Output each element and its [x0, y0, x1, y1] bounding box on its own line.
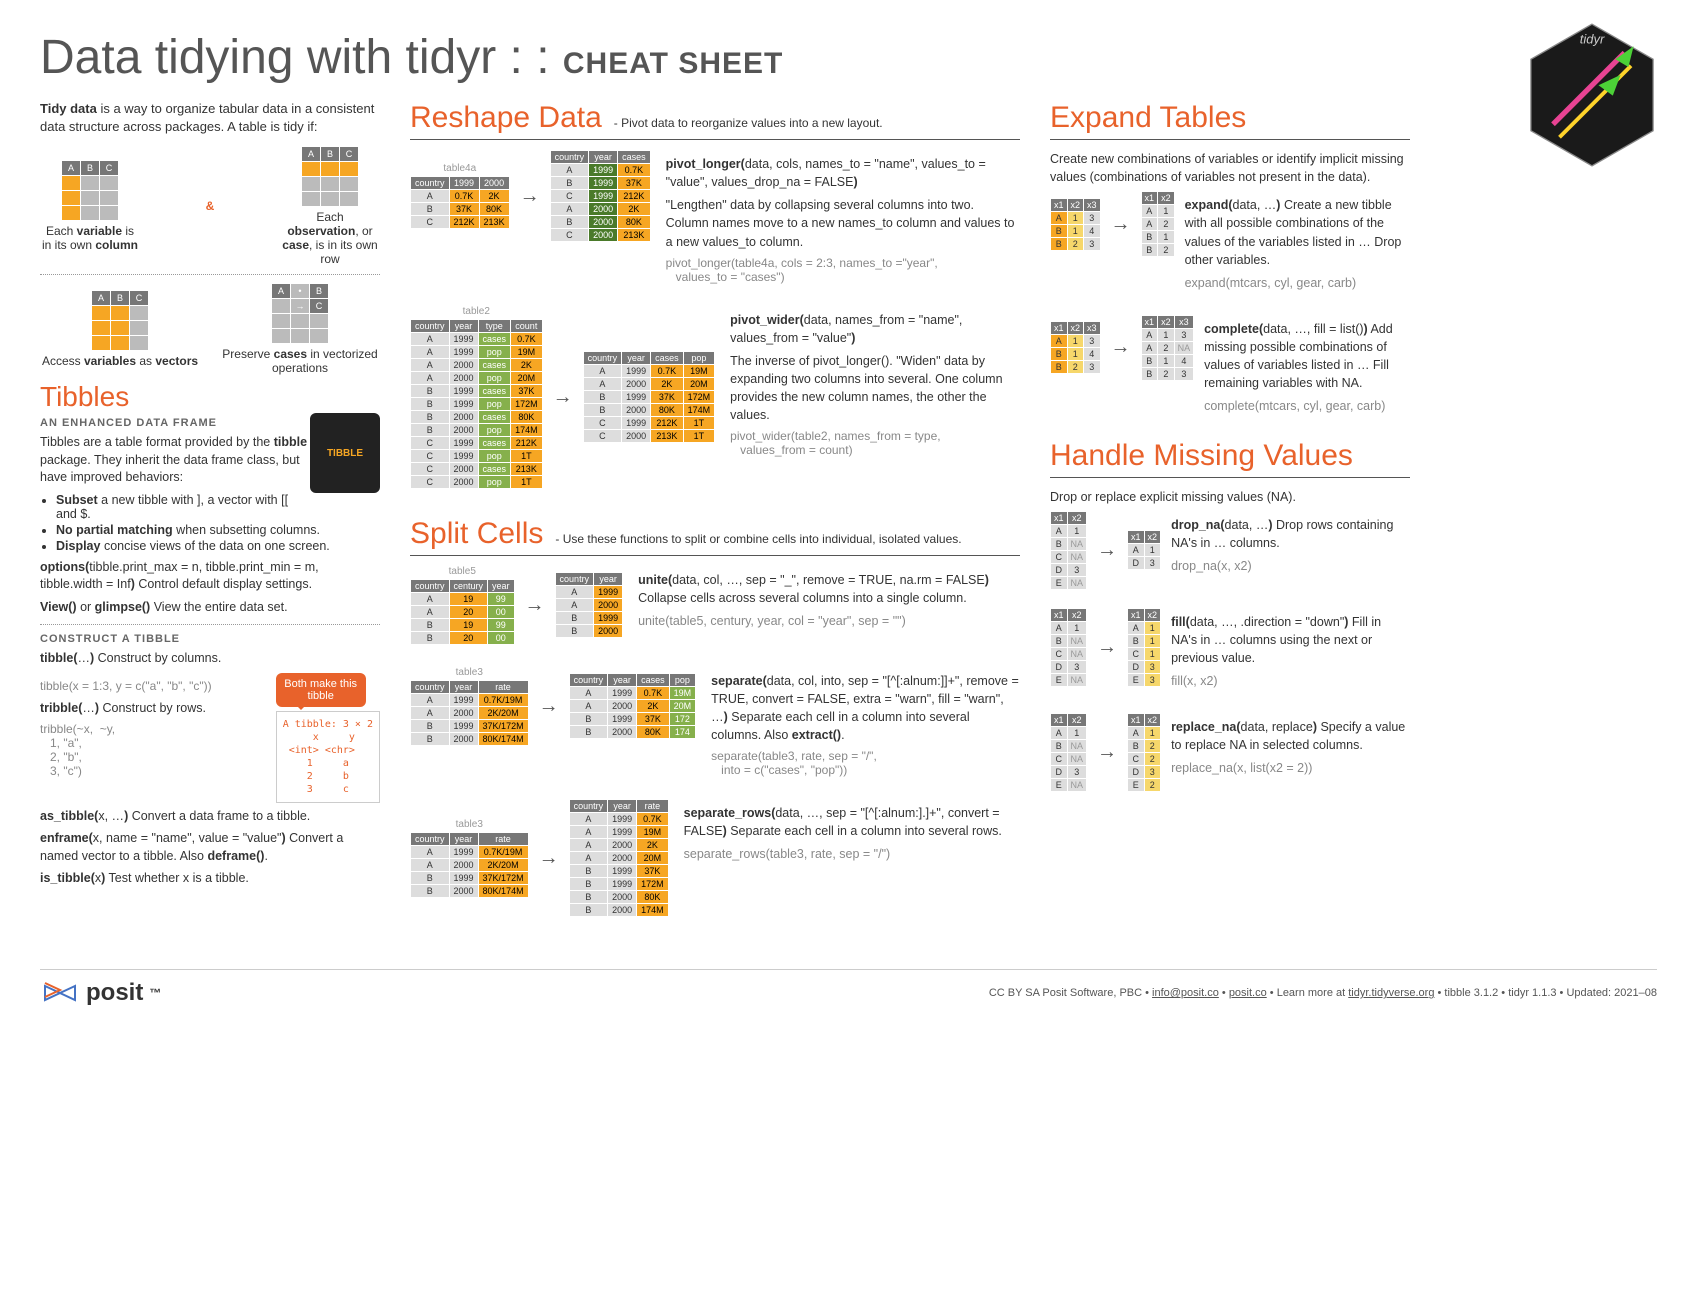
expand-desc: Create new combinations of variables or …: [1050, 150, 1410, 186]
reshape-desc: - Pivot data to reorganize values into a…: [614, 116, 883, 130]
enframe-func: enframe(x, name = "name", value = "value…: [40, 830, 380, 865]
separate-row: table3 countryyearrateA19990.7K/19MA2000…: [410, 667, 1020, 778]
page-title: Data tidying with tidyr : : CHEAT SHEET: [40, 30, 1657, 85]
expand-out: x1x2A1A2B1B2: [1141, 191, 1175, 257]
split-desc: - Use these functions to split or combin…: [555, 532, 961, 546]
callout-both-make: Both make this tibble: [276, 673, 366, 707]
arrow-icon: →: [520, 185, 540, 208]
posit-logo: posit™: [40, 978, 161, 1008]
expand-row: x1x2x3A13B14B23 → x1x2A1A2B1B2 expand(da…: [1050, 191, 1410, 297]
fill-in: x1x2A1BNACNAD3ENA: [1050, 608, 1087, 687]
tidy-rule-cases: A•B→C Preserve cases in vectorized opera…: [220, 283, 380, 375]
arrow-icon: →: [553, 386, 573, 409]
tidy-rule-variable: ABC Each variable is in its own column: [40, 160, 140, 252]
tidy-rule-observation: ABC Each observation, or case, is in its…: [280, 146, 380, 266]
footer-email-link[interactable]: info@posit.co: [1152, 987, 1219, 999]
intro-text: Tidy data is a way to organize tabular d…: [40, 100, 380, 136]
reshape-heading: Reshape Data: [410, 101, 602, 135]
missing-heading: Handle Missing Values: [1050, 439, 1410, 473]
arrow-icon: →: [1097, 539, 1117, 562]
ampersand: &: [160, 199, 260, 213]
table3-sep-out: countryyearcasespopA19990.7K19MA20002K20…: [569, 673, 697, 739]
table3-in: countryyearrateA19990.7K/19MA20002K/20MB…: [410, 680, 529, 746]
table3-rows-out: countryyearrateA19990.7KA199919MA20002KA…: [569, 799, 669, 917]
tibble-hex-logo: TIBBLE: [310, 413, 380, 493]
tidy-rule-vectors: ABC Access variables as vectors: [40, 290, 200, 368]
table2-out: countryyearcasespopA19990.7K19MA20002K20…: [583, 351, 716, 443]
tribble-func: tribble(…) Construct by rows.: [40, 700, 266, 718]
missing-desc: Drop or replace explicit missing values …: [1050, 488, 1410, 506]
tibble-func: tibble(…) Construct by columns.: [40, 650, 380, 668]
arrow-icon: →: [1097, 636, 1117, 659]
tidyr-hex-logo: tidyr: [1527, 20, 1657, 170]
arrow-icon: →: [525, 594, 545, 617]
footer: posit™ CC BY SA Posit Software, PBC • in…: [40, 969, 1657, 1008]
complete-row: x1x2x3A13B14B23 → x1x2x3A13A2NAB14B23 co…: [1050, 315, 1410, 421]
table4a-out: countryyearcasesA19990.7KB199937KC199921…: [550, 150, 651, 242]
fill-out: x1x2A1B1C1D3E3: [1127, 608, 1161, 687]
footer-tidyr-link[interactable]: tidyr.tidyverse.org: [1348, 987, 1434, 999]
construct-heading: CONSTRUCT A TIBBLE: [40, 633, 380, 645]
pivot-wider-row: table2 countryyeartypecountA1999cases0.7…: [410, 306, 1020, 489]
arrow-icon: →: [539, 847, 559, 870]
expand-heading: Expand Tables: [1050, 101, 1410, 135]
expand-in: x1x2x3A13B14B23: [1050, 198, 1101, 251]
replace-na-row: x1x2A1BNACNAD3ENA → x1x2A1B2C2D3E2 repla…: [1050, 713, 1410, 792]
as-tibble-func: as_tibble(x, …) Convert a data frame to …: [40, 808, 380, 826]
tibble-output-box: A tibble: 3 × 2 x y <int> <chr> 1 a 2 b …: [276, 711, 380, 803]
replacena-in: x1x2A1BNACNAD3ENA: [1050, 713, 1087, 792]
drop-na-row: x1x2A1BNACNAD3ENA → x1x2A1D3 drop_na(dat…: [1050, 511, 1410, 590]
dropna-out: x1x2A1D3: [1127, 530, 1161, 570]
table2-in: countryyeartypecountA1999cases0.7KA1999p…: [410, 319, 543, 489]
table3-in2: countryyearrateA19990.7K/19MA20002K/20MB…: [410, 832, 529, 898]
arrow-icon: →: [1097, 741, 1117, 764]
unite-row: table5 countrycenturyyearA1999A2000B1999…: [410, 566, 1020, 645]
tibble-example: tibble(x = 1:3, y = c("a", "b", "c")): [40, 678, 266, 695]
table4a-in: country19992000A0.7K2KB37K80KC212K213K: [410, 176, 510, 229]
svg-text:tidyr: tidyr: [1580, 32, 1605, 47]
complete-in: x1x2x3A13B14B23: [1050, 321, 1101, 374]
view-func: View() or glimpse() View the entire data…: [40, 599, 380, 617]
tibbles-list: Subset a new tibble with ], a vector wit…: [56, 493, 380, 553]
options-func: options(tibble.print_max = n, tibble.pri…: [40, 559, 380, 594]
tribble-example: tribble(~x, ~y, 1, "a", 2, "b", 3, "c"): [40, 722, 266, 778]
pivot-longer-row: table4a country19992000A0.7K2KB37K80KC21…: [410, 150, 1020, 284]
arrow-icon: →: [1111, 213, 1131, 236]
complete-out: x1x2x3A13A2NAB14B23: [1141, 315, 1195, 381]
table5-in: countrycenturyyearA1999A2000B1999B2000: [410, 579, 515, 645]
dropna-in: x1x2A1BNACNAD3ENA: [1050, 511, 1087, 590]
is-tibble-func: is_tibble(x) Test whether x is a tibble.: [40, 870, 380, 888]
table5-out: countryyearA1999A2000B1999B2000: [555, 572, 624, 638]
arrow-icon: →: [1111, 336, 1131, 359]
replacena-out: x1x2A1B2C2D3E2: [1127, 713, 1161, 792]
fill-row: x1x2A1BNACNAD3ENA → x1x2A1B1C1D3E3 fill(…: [1050, 608, 1410, 696]
tibbles-heading: Tibbles: [40, 381, 380, 413]
footer-posit-link[interactable]: posit.co: [1229, 987, 1267, 999]
separate-rows-row: table3 countryyearrateA19990.7K/19MA2000…: [410, 799, 1020, 917]
footer-text: CC BY SA Posit Software, PBC • info@posi…: [989, 987, 1657, 999]
split-heading: Split Cells: [410, 517, 543, 551]
arrow-icon: →: [539, 695, 559, 718]
